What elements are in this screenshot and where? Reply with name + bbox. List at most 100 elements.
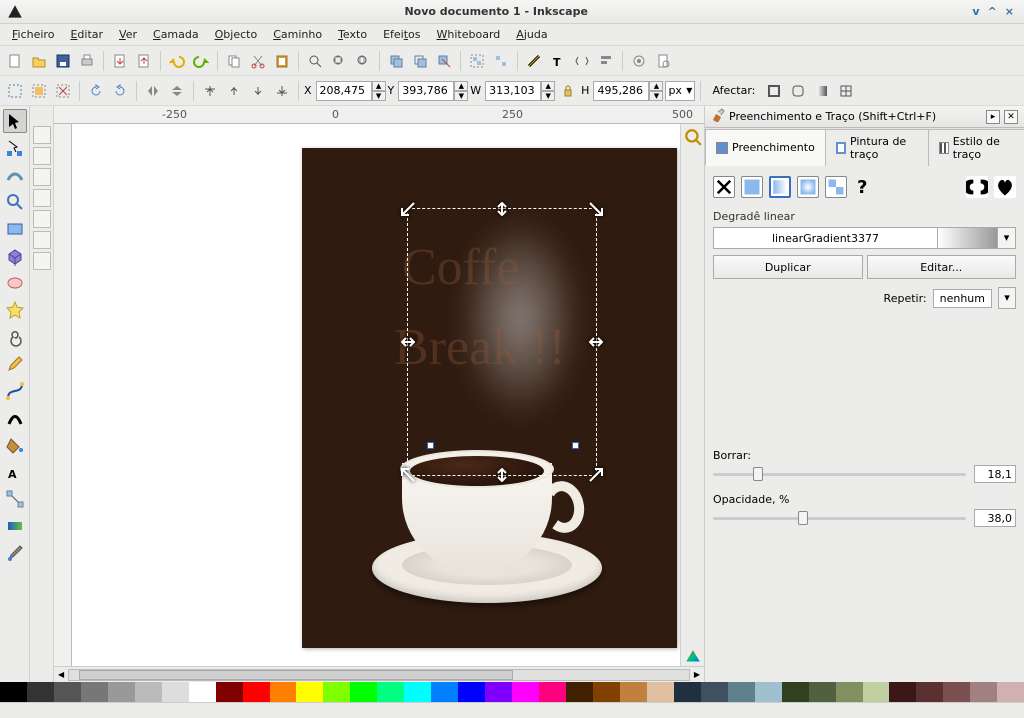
palette-swatch[interactable] [809,682,836,702]
calligraphy-tool[interactable] [3,406,27,430]
palette-swatch[interactable] [836,682,863,702]
menu-objecto[interactable]: Objecto [207,26,266,43]
ellipse-tool[interactable] [3,271,27,295]
blur-value[interactable] [974,465,1016,483]
dropper-tool[interactable] [3,541,27,565]
redo-button[interactable] [190,50,212,72]
y-down[interactable]: ▼ [454,91,468,101]
palette-swatch[interactable] [458,682,485,702]
palette-swatch[interactable] [728,682,755,702]
palette-swatch[interactable] [782,682,809,702]
y-up[interactable]: ▲ [454,81,468,91]
select-all-button[interactable] [28,80,50,102]
canvas-hscroll[interactable]: ◀ ▶ [54,666,704,682]
repeat-value[interactable]: nenhum [933,289,992,308]
flip-h-button[interactable] [142,80,164,102]
deselect-button[interactable] [52,80,74,102]
palette-swatch[interactable] [296,682,323,702]
tab-stroke-style[interactable]: Estilo de traço [928,129,1024,166]
palette-swatch[interactable] [647,682,674,702]
affect-stroke-button[interactable] [763,80,785,102]
window-minimize-icon[interactable]: v [972,5,979,18]
palette-swatch[interactable] [243,682,270,702]
tab-fill[interactable]: Preenchimento [705,129,826,166]
tab-stroke-paint[interactable]: Pintura de traço [825,129,929,166]
palette-swatch[interactable] [162,682,189,702]
paste-button[interactable] [271,50,293,72]
x-up[interactable]: ▲ [372,81,386,91]
palette-swatch[interactable] [701,682,728,702]
gradient-node-1[interactable] [427,442,434,449]
tweak-tool[interactable] [3,163,27,187]
star-tool[interactable] [3,298,27,322]
palette-swatch[interactable] [216,682,243,702]
rotate-ccw-button[interactable] [85,80,107,102]
snap-toggle-5[interactable] [33,210,51,228]
gradient-duplicate-button[interactable]: Duplicar [713,255,863,279]
palette-swatch[interactable] [566,682,593,702]
palette-swatch[interactable] [54,682,81,702]
h-input[interactable] [593,81,649,101]
duplicate-button[interactable] [385,50,407,72]
raise-button[interactable] [223,80,245,102]
swatch-heart-icon[interactable] [994,176,1016,198]
gradient-tool[interactable] [3,514,27,538]
text-dialog-button[interactable]: T [547,50,569,72]
palette-swatch[interactable] [755,682,782,702]
palette-swatch[interactable] [0,682,27,702]
preferences-button[interactable] [628,50,650,72]
snap-toggle-1[interactable] [33,126,51,144]
palette-swatch[interactable] [135,682,162,702]
palette-swatch[interactable] [377,682,404,702]
window-maximize-icon[interactable]: ^ [988,5,997,18]
color-palette[interactable] [0,682,1024,702]
palette-swatch[interactable] [404,682,431,702]
palette-swatch[interactable] [674,682,701,702]
selector-tool[interactable] [3,109,27,133]
x-input[interactable] [316,81,372,101]
bezier-tool[interactable] [3,379,27,403]
open-file-button[interactable] [28,50,50,72]
palette-swatch[interactable] [485,682,512,702]
xml-editor-button[interactable] [571,50,593,72]
opacity-value[interactable] [974,509,1016,527]
repeat-dropdown[interactable]: ▾ [998,287,1016,309]
document-properties-button[interactable] [652,50,674,72]
affect-pattern-button[interactable] [835,80,857,102]
paint-pattern-button[interactable] [825,176,847,198]
panel-close-button[interactable]: ✕ [1004,110,1018,124]
paint-linear-button[interactable] [769,176,791,198]
print-button[interactable] [76,50,98,72]
palette-swatch[interactable] [863,682,890,702]
cut-button[interactable] [247,50,269,72]
3dbox-tool[interactable] [3,244,27,268]
ungroup-button[interactable] [490,50,512,72]
menu-camada[interactable]: Camada [145,26,207,43]
paint-unknown-icon[interactable]: ? [857,177,867,198]
flip-v-button[interactable] [166,80,188,102]
lock-aspect-button[interactable] [557,80,579,102]
menu-whiteboard[interactable]: Whiteboard [429,26,509,43]
select-all-layer-button[interactable] [4,80,26,102]
gradient-dropdown[interactable]: ▾ [998,227,1016,249]
snap-toggle-7[interactable] [33,252,51,270]
export-button[interactable] [133,50,155,72]
undo-button[interactable] [166,50,188,72]
unlink-clone-button[interactable] [433,50,455,72]
gradient-edit-button[interactable]: Editar... [867,255,1017,279]
rectangle-tool[interactable] [3,217,27,241]
paint-none-button[interactable] [713,176,735,198]
h-down[interactable]: ▼ [649,91,663,101]
copy-button[interactable] [223,50,245,72]
palette-swatch[interactable] [620,682,647,702]
spiral-tool[interactable] [3,325,27,349]
y-input[interactable] [398,81,454,101]
lower-bottom-button[interactable] [271,80,293,102]
blur-slider[interactable] [753,467,763,481]
rotate-cw-button[interactable] [109,80,131,102]
align-dialog-button[interactable] [595,50,617,72]
palette-swatch[interactable] [539,682,566,702]
h-up[interactable]: ▲ [649,81,663,91]
palette-swatch[interactable] [81,682,108,702]
menu-ajuda[interactable]: Ajuda [508,26,555,43]
